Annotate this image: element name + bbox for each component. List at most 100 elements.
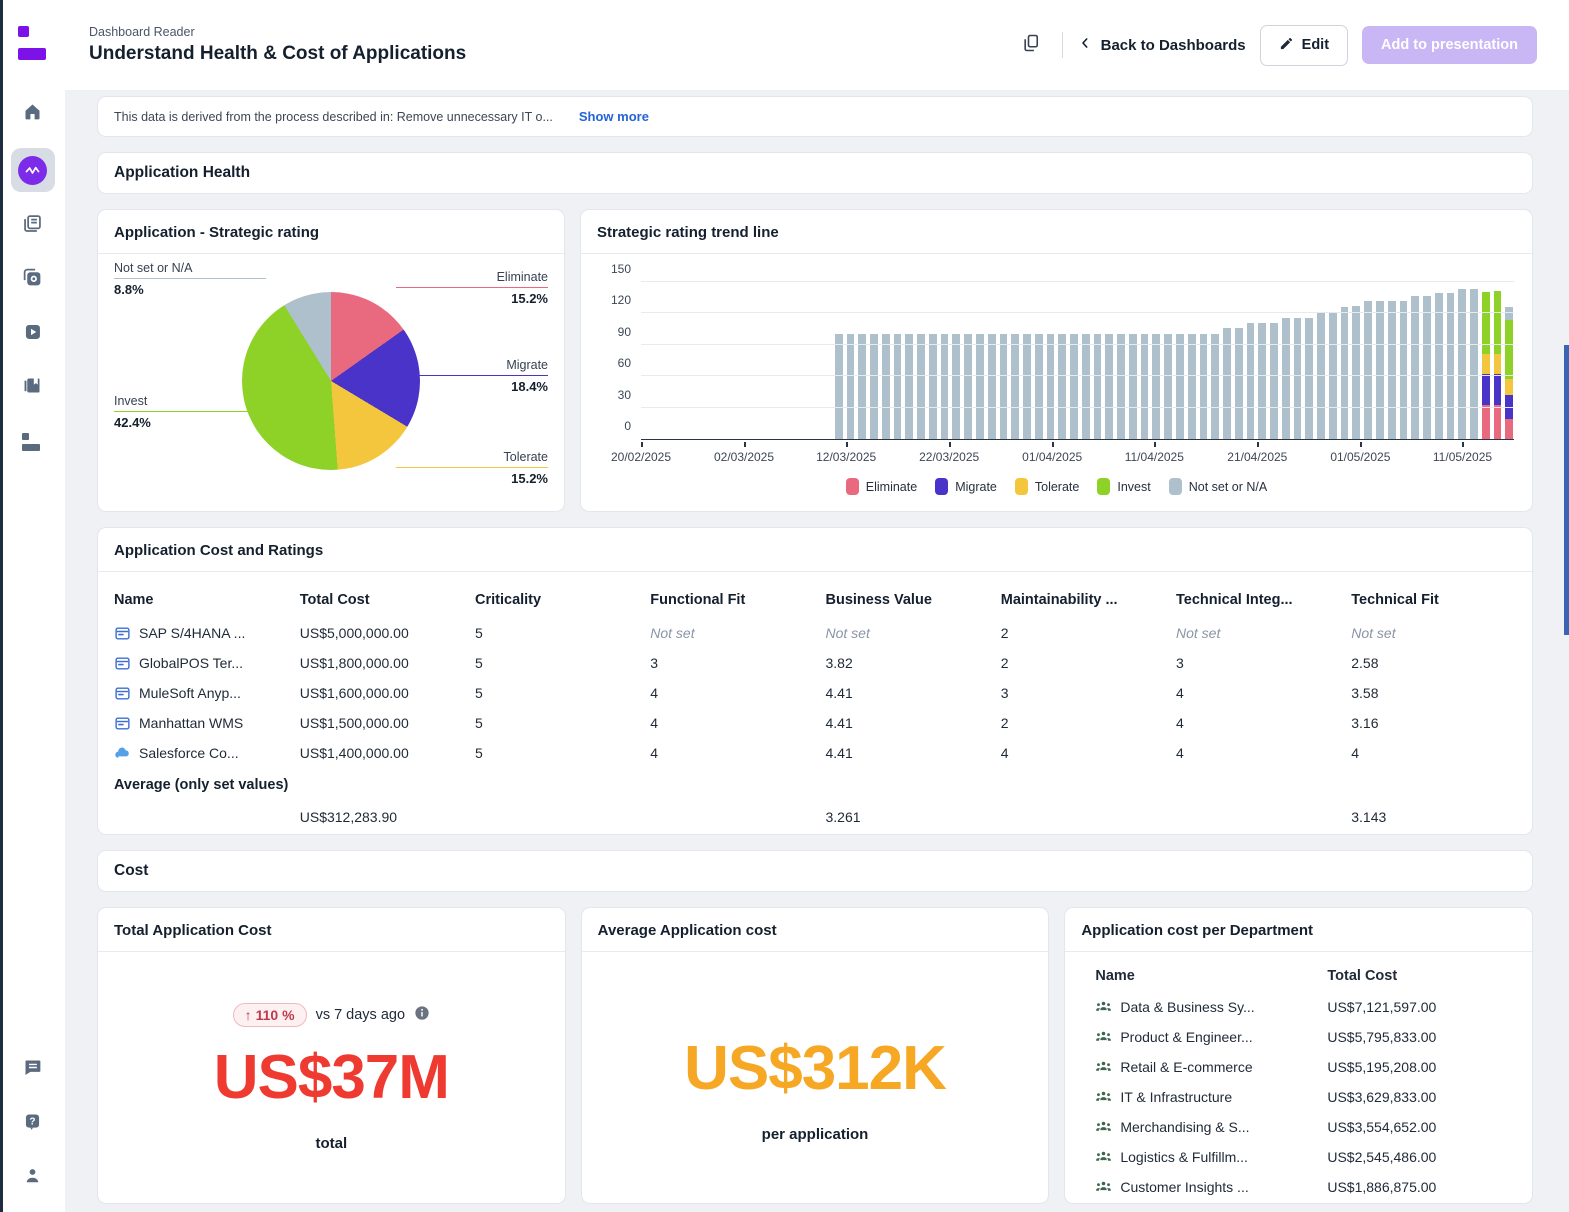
trend-bar[interactable]	[929, 334, 937, 439]
vertical-scrollbar-thumb[interactable]	[1564, 345, 1569, 635]
trend-bar[interactable]	[1211, 334, 1219, 439]
trend-bar[interactable]	[1235, 328, 1243, 439]
trend-bar[interactable]	[1152, 334, 1160, 439]
department-name-link[interactable]: Retail & E-commerce	[1095, 1059, 1327, 1076]
trend-bar[interactable]	[1141, 334, 1149, 439]
trend-bar[interactable]	[1294, 318, 1302, 439]
trend-bar[interactable]	[1188, 334, 1196, 439]
trend-bar[interactable]	[917, 334, 925, 439]
trend-bar[interactable]	[1247, 323, 1255, 439]
info-icon[interactable]	[414, 1005, 430, 1026]
sidebar-item-reports[interactable]	[13, 206, 53, 246]
trend-bar[interactable]	[1129, 334, 1137, 439]
badge-note: vs 7 days ago	[316, 1007, 405, 1023]
trend-bar[interactable]	[905, 334, 913, 439]
salesforce-cloud-icon	[114, 745, 131, 762]
trend-bar[interactable]	[1105, 334, 1113, 439]
add-to-presentation-button[interactable]: Add to presentation	[1362, 26, 1537, 64]
sidebar-item-library[interactable]	[13, 368, 53, 408]
application-name-link[interactable]: MuleSoft Anyp...	[114, 685, 300, 702]
department-table-header: Name Total Cost	[1095, 960, 1516, 992]
application-name-link[interactable]: Salesforce Co...	[114, 745, 300, 762]
trend-bar[interactable]	[1047, 334, 1055, 439]
trend-bar[interactable]	[1223, 328, 1231, 439]
legend-item[interactable]: Invest	[1097, 478, 1150, 495]
legend-item[interactable]: Tolerate	[1015, 478, 1079, 495]
department-name-link[interactable]: Product & Engineer...	[1095, 1029, 1327, 1046]
trend-bar[interactable]	[988, 334, 996, 439]
trend-bar[interactable]	[1282, 318, 1290, 439]
sidebar-item-diagrams[interactable]	[13, 260, 53, 300]
sidebar-item-profile[interactable]	[13, 1158, 53, 1198]
sidebar-item-feedback[interactable]	[13, 1050, 53, 1090]
trend-bar[interactable]	[1270, 323, 1278, 439]
department-name-link[interactable]: IT & Infrastructure	[1095, 1089, 1327, 1106]
trend-plot-area[interactable]: 0306090120150	[641, 282, 1514, 440]
trend-bar[interactable]	[1341, 307, 1349, 439]
department-team-icon	[1095, 1089, 1112, 1106]
legend-item[interactable]: Not set or N/A	[1169, 478, 1268, 495]
application-icon	[114, 655, 131, 672]
trend-bar[interactable]	[858, 334, 866, 439]
trend-bar[interactable]	[1117, 334, 1125, 439]
trend-bar[interactable]	[894, 334, 902, 439]
department-name-link[interactable]: Merchandising & S...	[1095, 1119, 1327, 1136]
x-tick-label: 02/03/2025	[714, 450, 774, 464]
trend-bar[interactable]	[1000, 334, 1008, 439]
strategic-rating-pie-chart[interactable]	[242, 292, 420, 470]
total-cost-title: Total Application Cost	[98, 908, 565, 952]
application-name-link[interactable]: Manhattan WMS	[114, 715, 300, 732]
trend-bar[interactable]	[1447, 293, 1455, 439]
department-cost: US$1,886,875.00	[1327, 1179, 1516, 1195]
trend-bar[interactable]	[941, 334, 949, 439]
sidebar-item-help[interactable]: ?	[13, 1104, 53, 1144]
trend-bar[interactable]	[1011, 334, 1019, 439]
application-icon	[114, 685, 131, 702]
sidebar-item-home[interactable]	[13, 94, 53, 134]
trend-bar[interactable]	[964, 334, 972, 439]
trend-bar[interactable]	[1200, 334, 1208, 439]
trend-bar[interactable]	[1035, 334, 1043, 439]
edit-label: Edit	[1302, 37, 1329, 53]
trend-bar[interactable]	[1176, 334, 1184, 439]
edit-button[interactable]: Edit	[1260, 25, 1348, 66]
show-more-link[interactable]: Show more	[579, 109, 649, 124]
department-name-link[interactable]: Logistics & Fulfillm...	[1095, 1149, 1327, 1166]
sidebar-item-workspace[interactable]	[13, 422, 53, 462]
trend-bar[interactable]	[1376, 301, 1384, 439]
trend-bar[interactable]	[1411, 296, 1419, 439]
trend-bar[interactable]	[1400, 301, 1408, 439]
trend-bar[interactable]	[976, 334, 984, 439]
trend-bar[interactable]	[1082, 334, 1090, 439]
trend-bar[interactable]	[1164, 334, 1172, 439]
department-name-link[interactable]: Data & Business Sy...	[1095, 999, 1327, 1016]
brand-logo[interactable]	[18, 26, 48, 60]
legend-item[interactable]: Eliminate	[846, 478, 917, 495]
trend-bar[interactable]	[1258, 323, 1266, 439]
trend-bar[interactable]	[1094, 334, 1102, 439]
trend-bar[interactable]	[1058, 334, 1066, 439]
copy-dashboard-button[interactable]	[1014, 28, 1048, 62]
trend-bar[interactable]	[870, 334, 878, 439]
trend-bar[interactable]	[1423, 296, 1431, 439]
legend-item[interactable]: Migrate	[935, 478, 997, 495]
trend-bar[interactable]	[835, 334, 843, 439]
trend-bar[interactable]	[847, 334, 855, 439]
trend-bar[interactable]	[1305, 318, 1313, 439]
trend-bar[interactable]	[882, 334, 890, 439]
sidebar-item-presentations[interactable]	[13, 314, 53, 354]
trend-bar[interactable]	[1070, 334, 1078, 439]
application-name-link[interactable]: SAP S/4HANA ...	[114, 625, 300, 642]
trend-bar[interactable]	[1352, 306, 1360, 439]
trend-bar[interactable]	[1435, 293, 1443, 439]
trend-bar[interactable]	[1388, 301, 1396, 439]
application-name-link[interactable]: GlobalPOS Ter...	[114, 655, 300, 672]
trend-bar[interactable]	[1482, 292, 1490, 439]
department-name-link[interactable]: Customer Insights ...	[1095, 1179, 1327, 1196]
trend-bar[interactable]	[1023, 334, 1031, 439]
trend-bar[interactable]	[1505, 307, 1513, 439]
sidebar-item-dashboards[interactable]	[11, 148, 55, 192]
trend-bar[interactable]	[1364, 301, 1372, 439]
trend-bar[interactable]	[952, 334, 960, 439]
back-to-dashboards-link[interactable]: Back to Dashboards	[1077, 35, 1246, 55]
